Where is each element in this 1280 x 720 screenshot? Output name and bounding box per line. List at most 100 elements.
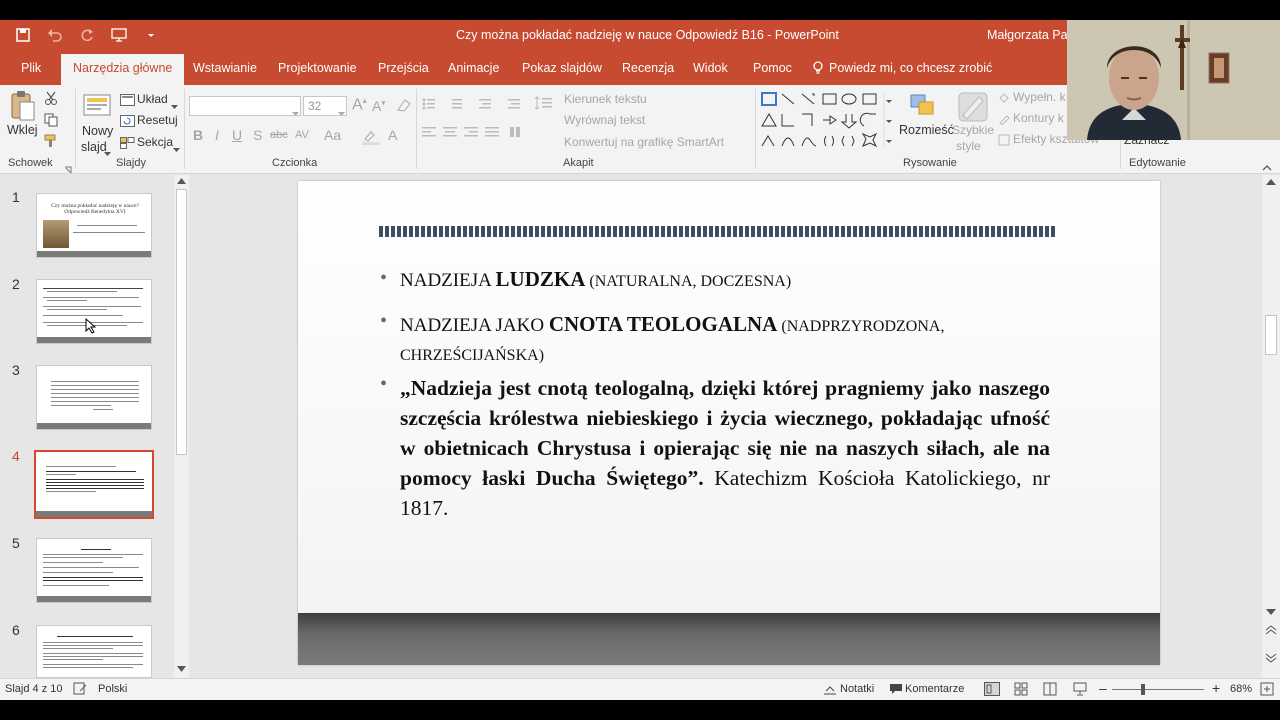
quick-styles-label-1[interactable]: Szybkie	[952, 123, 994, 137]
tab-design[interactable]: Projektowanie	[278, 61, 357, 75]
slide-thumbnail-6[interactable]	[36, 625, 152, 678]
highlight-icon[interactable]	[362, 129, 380, 150]
tab-animations[interactable]: Animacje	[448, 61, 499, 75]
bullets-icon[interactable]	[422, 97, 526, 116]
collapse-ribbon-icon[interactable]	[1262, 158, 1272, 176]
section-icon[interactable]	[120, 136, 135, 154]
chevron-down-icon[interactable]	[292, 104, 299, 122]
scroll-down-icon[interactable]	[177, 666, 186, 672]
shape-fill-icon[interactable]	[998, 91, 1010, 109]
next-slide-icon[interactable]	[1265, 653, 1277, 663]
shadow-icon[interactable]: S	[253, 127, 262, 143]
new-slide-label-1[interactable]: Nowy	[82, 124, 113, 138]
bold-icon[interactable]: B	[193, 127, 203, 143]
tab-home[interactable]: Narzędzia główne	[61, 54, 185, 85]
font-name-input[interactable]	[189, 96, 301, 116]
paste-icon[interactable]	[10, 90, 36, 127]
increase-font-icon[interactable]: A▴	[352, 96, 367, 114]
chevron-down-icon[interactable]	[104, 144, 111, 162]
tab-review[interactable]: Recenzja	[622, 61, 674, 75]
scrollbar-thumb[interactable]	[176, 189, 187, 455]
slide-thumbnail-2[interactable]	[36, 279, 152, 344]
slide-thumbnail-1[interactable]: Czy można pokładać nadzieję w nauce? Odp…	[36, 193, 152, 258]
bullet-2[interactable]: • NADZIEJA JAKO CNOTA TEOLOGALNA (NADPRZ…	[380, 310, 1080, 370]
tab-file[interactable]: Plik	[21, 61, 41, 75]
layout-icon[interactable]	[120, 93, 135, 111]
copy-icon[interactable]	[44, 113, 58, 132]
chevron-down-icon[interactable]	[338, 104, 345, 122]
current-slide[interactable]: • NADZIEJA LUDZKA (NATURALNA, DOCZESNA) …	[298, 181, 1160, 665]
shape-outline-icon[interactable]	[998, 112, 1010, 130]
font-color-icon[interactable]: A	[388, 127, 397, 143]
canvas-scrollbar[interactable]	[1262, 175, 1280, 678]
slide-thumbnail-3[interactable]	[36, 365, 152, 430]
previous-slide-icon[interactable]	[1265, 625, 1277, 635]
section-button[interactable]: Sekcja	[137, 135, 173, 149]
decrease-font-icon[interactable]: A▾	[372, 98, 385, 114]
normal-view-icon[interactable]	[984, 682, 1000, 699]
notes-icon[interactable]	[823, 683, 837, 698]
shape-outline-button[interactable]: Kontury k	[1013, 111, 1064, 125]
reset-icon[interactable]	[120, 114, 135, 132]
comments-button[interactable]: Komentarze	[905, 683, 964, 695]
align-text-button[interactable]: Wyrównaj tekst	[564, 113, 645, 127]
strikethrough-icon[interactable]: abc	[270, 129, 288, 141]
chevron-down-icon[interactable]	[173, 140, 180, 158]
scrollbar-thumb[interactable]	[1265, 315, 1277, 355]
comments-icon[interactable]	[889, 683, 903, 698]
start-slideshow-icon[interactable]	[110, 26, 128, 44]
shape-effects-icon[interactable]	[998, 133, 1010, 151]
zoom-in-icon[interactable]: +	[1212, 680, 1220, 696]
tell-me-search[interactable]: Powiedz mi, co chcesz zrobić	[829, 61, 992, 75]
thumbnail-scrollbar[interactable]	[174, 175, 189, 678]
reading-view-icon[interactable]	[1043, 682, 1057, 699]
slide-sorter-icon[interactable]	[1014, 682, 1028, 699]
align-icons[interactable]	[422, 126, 552, 145]
slideshow-view-icon[interactable]	[1073, 682, 1087, 699]
tab-transitions[interactable]: Przejścia	[378, 61, 429, 75]
zoom-level[interactable]: 68%	[1230, 683, 1252, 695]
new-slide-label-2[interactable]: slajd	[81, 140, 107, 154]
slide-thumbnail-5[interactable]	[36, 538, 152, 603]
scroll-up-icon[interactable]	[177, 178, 186, 184]
bullet-1[interactable]: • NADZIEJA LUDZKA (NATURALNA, DOCZESNA)	[380, 267, 791, 292]
tab-slideshow[interactable]: Pokaz slajdów	[522, 61, 602, 75]
cut-icon[interactable]	[44, 91, 58, 110]
italic-icon[interactable]: I	[215, 127, 219, 143]
clear-formatting-icon[interactable]	[396, 98, 412, 117]
reset-button[interactable]: Resetuj	[137, 113, 178, 127]
paste-button[interactable]: Wklej	[7, 123, 38, 137]
scroll-down-icon[interactable]	[1266, 609, 1276, 615]
format-painter-icon[interactable]	[44, 134, 58, 153]
tab-insert[interactable]: Wstawianie	[193, 61, 257, 75]
slide-thumbnail-4[interactable]	[34, 450, 154, 519]
zoom-slider[interactable]	[1112, 689, 1204, 690]
underline-icon[interactable]: U	[232, 127, 242, 143]
line-spacing-icon[interactable]	[534, 95, 554, 116]
redo-icon[interactable]	[78, 26, 96, 44]
tab-help[interactable]: Pomoc	[753, 61, 792, 75]
language-indicator[interactable]: Polski	[98, 683, 127, 695]
zoom-out-icon[interactable]: –	[1099, 680, 1107, 696]
layout-button[interactable]: Układ	[137, 92, 168, 106]
user-name[interactable]: Małgorzata Pag	[987, 28, 1075, 42]
customize-toolbar-icon[interactable]	[142, 26, 160, 44]
fit-slide-icon[interactable]	[1260, 682, 1274, 699]
shape-fill-button[interactable]: Wypełn. k	[1013, 90, 1066, 104]
convert-smartart-button[interactable]: Konwertuj na grafikę SmartArt	[564, 135, 724, 149]
tab-view[interactable]: Widok	[693, 61, 728, 75]
bullet-3-quote[interactable]: • „Nadzieja jest cnotą teologalną, dzięk…	[380, 373, 1050, 523]
spelling-icon[interactable]	[73, 682, 87, 698]
quick-styles-label-2[interactable]: style	[956, 139, 981, 153]
undo-icon[interactable]	[46, 26, 64, 44]
new-slide-icon[interactable]	[83, 91, 111, 124]
zoom-slider-thumb[interactable]	[1141, 684, 1145, 695]
arrange-button[interactable]: Rozmieść	[899, 123, 954, 137]
shapes-gallery-icon[interactable]	[760, 90, 895, 155]
arrange-icon[interactable]	[909, 93, 937, 124]
character-spacing-icon[interactable]: AV	[295, 129, 309, 141]
scroll-up-icon[interactable]	[1266, 179, 1276, 185]
notes-button[interactable]: Notatki	[840, 683, 874, 695]
save-icon[interactable]	[14, 26, 32, 44]
text-direction-button[interactable]: Kierunek tekstu	[564, 92, 647, 106]
